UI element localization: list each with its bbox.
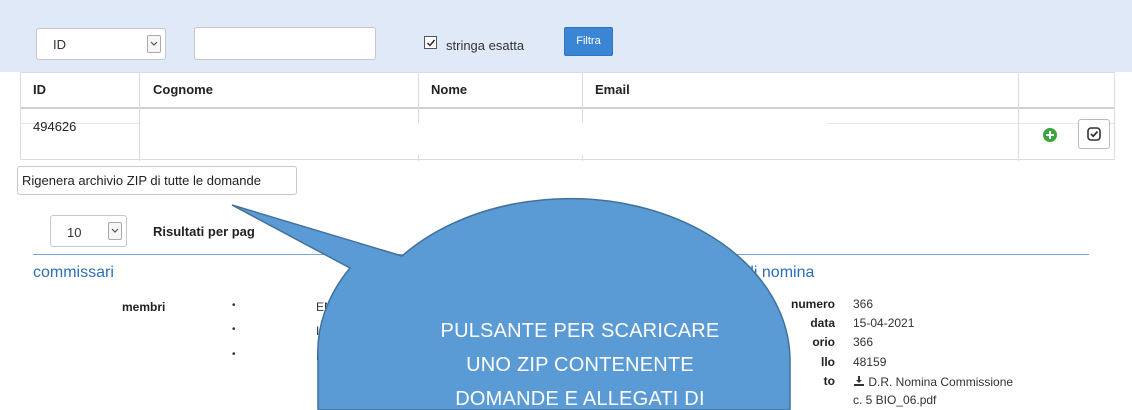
members-label: membri [122,300,166,314]
select-row-button[interactable] [1078,119,1110,149]
member-item: F [316,349,324,363]
callout-text: PULSANTE PER SCARICARE UNO ZIP CONTENENT… [360,314,800,410]
search-input[interactable] [194,27,376,60]
bullet: • [232,349,236,360]
column-header-id[interactable]: ID [21,73,46,107]
nomina-title: di nomina [745,264,815,281]
column-header-cognome[interactable]: Cognome [141,73,213,107]
section-divider [33,254,1089,255]
nomina-field-value: 15-04-2021 [853,316,915,330]
exact-match-label: stringa esatta [446,38,525,53]
column-header-nome[interactable]: Nome [419,73,467,107]
nomina-field-label: numero [790,297,835,311]
attachment-link[interactable]: D.R. Nomina Commissione c. 5 BIO_06.pdf [853,373,1023,409]
bullet: • [232,300,236,311]
attachment-filename: D.R. Nomina Commissione c. 5 BIO_06.pdf [853,375,1014,407]
nomina-field-value: 48159 [853,355,887,369]
table-row-id: 494626 [33,119,77,134]
download-icon [854,376,864,386]
nomina-field-value: 366 [853,335,874,349]
chevron-down-icon [147,35,161,53]
column-divider [1018,73,1019,161]
bullet: • [232,324,236,335]
exact-match-checkbox[interactable] [424,36,437,49]
callout-line: UNO ZIP CONTENENTE [466,354,694,376]
filter-bar: ID stringa esatta Filtra [0,0,1132,72]
regenerate-zip-button[interactable]: Rigenera archivio ZIP di tutte le domand… [17,166,297,195]
member-item: EN [316,300,333,314]
results-table: ID Cognome Nome Email 494626 [20,72,1115,161]
check-square-icon [1087,127,1101,141]
chevron-down-icon [108,222,122,240]
filter-button[interactable]: Filtra [564,27,613,56]
page-size-select[interactable]: 10 [50,215,127,247]
field-select-value: ID [53,37,66,52]
commissari-title: commissari [33,264,114,281]
redacted-area [141,123,826,155]
callout-line: DOMANDE E ALLEGATI DI [455,388,705,410]
page-size-value: 10 [67,225,82,240]
column-header-email[interactable]: Email [583,73,630,107]
member-item: I (I [316,324,330,338]
nomina-field-value: 366 [853,297,874,311]
column-divider [139,73,140,161]
results-per-page-label: Risultati per pag [153,224,255,239]
field-select[interactable]: ID [36,28,166,60]
callout-line: PULSANTE PER SCARICARE [440,320,720,342]
add-icon[interactable] [1043,128,1057,142]
header-divider [21,107,1114,109]
